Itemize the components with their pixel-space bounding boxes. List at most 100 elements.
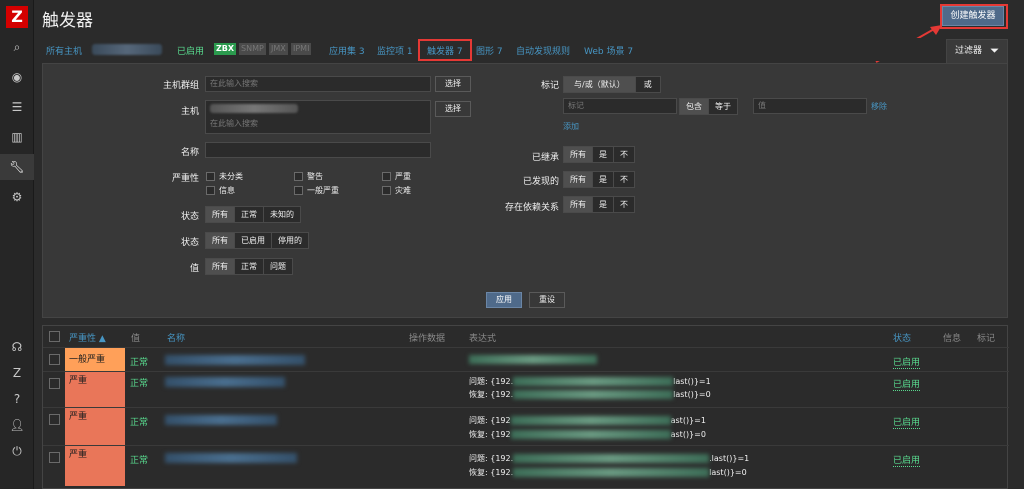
status-link[interactable]: 已启用	[893, 355, 921, 369]
value-segmented[interactable]: 所有 正常 问题	[205, 258, 293, 275]
select-all-checkbox[interactable]	[49, 331, 60, 342]
dependencies-label: 存在依赖关系	[504, 203, 559, 213]
row-checkbox[interactable]	[49, 354, 60, 365]
tag-remove-link[interactable]: 移除	[871, 101, 887, 112]
discovered-segmented[interactable]: 所有 是 不	[563, 171, 635, 188]
host-select-button[interactable]: 选择	[435, 101, 471, 117]
help-icon[interactable]: ?	[0, 386, 34, 412]
host-input[interactable]: 在此输入搜索	[205, 100, 431, 134]
state-normal[interactable]: 正常	[235, 207, 264, 222]
value-cell: 正常	[130, 418, 149, 428]
discovered-all[interactable]: 所有	[564, 172, 593, 187]
name-input[interactable]	[205, 142, 431, 158]
tag-add-link[interactable]: 添加	[563, 121, 579, 132]
deps-no[interactable]: 不	[614, 197, 634, 212]
deps-yes[interactable]: 是	[593, 197, 614, 212]
row-checkbox[interactable]	[49, 378, 60, 389]
tag-op-contains[interactable]: 包含	[680, 99, 709, 114]
filter-tab[interactable]: 过滤器 ⏷	[946, 39, 1008, 63]
power-icon[interactable]: ⏻	[0, 438, 34, 464]
list-icon[interactable]: ☰	[0, 94, 34, 120]
tag-operator-segmented[interactable]: 包含 等于	[679, 98, 738, 115]
status-link[interactable]: 已启用	[893, 415, 921, 429]
value-all[interactable]: 所有	[206, 259, 235, 274]
host-group-select-button[interactable]: 选择	[435, 76, 471, 92]
state-label: 状态	[180, 212, 199, 222]
nav-app-sets[interactable]: 应用集 3	[329, 44, 365, 57]
eye-icon[interactable]: ◉	[0, 64, 34, 90]
dependencies-segmented[interactable]: 所有 是 不	[563, 196, 635, 213]
status-disabled[interactable]: 停用的	[272, 233, 308, 248]
col-ops: 操作数据	[409, 334, 446, 344]
host-group-input[interactable]: 在此输入搜索	[205, 76, 431, 92]
severity-disaster[interactable]: 灾难	[382, 185, 411, 196]
row-checkbox[interactable]	[49, 414, 60, 425]
apply-button[interactable]: 应用	[486, 292, 522, 308]
tags-mode-segmented[interactable]: 与/或（默认） 或	[563, 76, 661, 93]
nav-items[interactable]: 监控项 1	[377, 44, 413, 57]
severity-info[interactable]: 信息	[206, 185, 235, 196]
table-row: 严重 正常 问题: {192. last()}=1 恢复: {192. last()…	[43, 371, 1009, 408]
col-name[interactable]: 名称	[167, 331, 185, 344]
state-all[interactable]: 所有	[206, 207, 235, 222]
severity-cell: 严重	[65, 446, 125, 486]
nav-discovery[interactable]: 自动发现规则	[516, 44, 570, 57]
tags-mode-and-or[interactable]: 与/或（默认）	[564, 77, 636, 92]
nav-web[interactable]: Web 场景 7	[584, 44, 633, 57]
status-segmented[interactable]: 所有 已启用 停用的	[205, 232, 309, 249]
table-row: 严重 正常 问题: {192. .last()}=1 恢复: {192. last(…	[43, 445, 1009, 486]
tags-mode-or[interactable]: 或	[635, 77, 660, 92]
trigger-name-redacted[interactable]	[165, 355, 305, 365]
col-status[interactable]: 状态	[893, 331, 911, 344]
host-chip-redacted	[210, 104, 298, 113]
value-problem[interactable]: 问题	[264, 259, 292, 274]
severity-warning[interactable]: 警告	[294, 171, 323, 182]
zabbix-share-icon[interactable]: Z	[0, 360, 34, 386]
status-enabled[interactable]: 已启用	[235, 233, 272, 248]
trigger-name-redacted[interactable]	[165, 415, 277, 425]
row-checkbox[interactable]	[49, 452, 60, 463]
severity-not-classified[interactable]: 未分类	[206, 171, 243, 182]
tag-op-equals[interactable]: 等于	[709, 99, 737, 114]
tag-name-input[interactable]: 标记	[563, 98, 677, 114]
badge-jmx: JMX	[269, 43, 288, 55]
scrollbar[interactable]	[1014, 0, 1024, 489]
user-icon[interactable]: 👤︎	[0, 412, 34, 438]
table-row: 一般严重 正常 已启用	[43, 347, 1009, 372]
col-expression: 表达式	[469, 334, 497, 344]
severity-cell: 严重	[65, 408, 125, 446]
discovered-label: 已发现的	[522, 177, 559, 187]
severity-average[interactable]: 一般严重	[294, 185, 339, 196]
inherited-all[interactable]: 所有	[564, 147, 593, 162]
nav-graphs[interactable]: 图形 7	[476, 44, 503, 57]
value-ok[interactable]: 正常	[235, 259, 264, 274]
inherited-no[interactable]: 不	[614, 147, 634, 162]
col-tags: 标记	[977, 334, 996, 344]
discovered-yes[interactable]: 是	[593, 172, 614, 187]
trigger-name-redacted[interactable]	[165, 453, 297, 463]
expression-problem: 问题: {192 ast()}=1	[469, 416, 706, 425]
status-link[interactable]: 已启用	[893, 377, 921, 391]
status-all[interactable]: 所有	[206, 233, 235, 248]
wrench-icon[interactable]: 🔧︎	[0, 154, 34, 180]
search-icon[interactable]: ⌕	[0, 34, 34, 60]
state-unknown[interactable]: 未知的	[264, 207, 300, 222]
inherited-yes[interactable]: 是	[593, 147, 614, 162]
gear-icon[interactable]: ⚙	[0, 184, 34, 210]
severity-high[interactable]: 严重	[382, 171, 411, 182]
tag-value-input[interactable]: 值	[753, 98, 867, 114]
deps-all[interactable]: 所有	[564, 197, 593, 212]
trigger-name-redacted[interactable]	[165, 377, 285, 387]
headset-icon[interactable]: ☊	[0, 334, 34, 360]
state-segmented[interactable]: 所有 正常 未知的	[205, 206, 301, 223]
col-severity[interactable]: 严重性 ▲	[69, 331, 106, 344]
nav-all-hosts[interactable]: 所有主机	[46, 44, 82, 57]
reset-button[interactable]: 重设	[529, 292, 565, 308]
zabbix-logo[interactable]: Z	[6, 6, 28, 28]
severity-cell: 严重	[65, 372, 125, 408]
inherited-segmented[interactable]: 所有 是 不	[563, 146, 635, 163]
status-link[interactable]: 已启用	[893, 453, 921, 467]
chart-icon[interactable]: ▥	[0, 124, 34, 150]
severity-cell: 一般严重	[65, 348, 125, 372]
discovered-no[interactable]: 不	[614, 172, 634, 187]
